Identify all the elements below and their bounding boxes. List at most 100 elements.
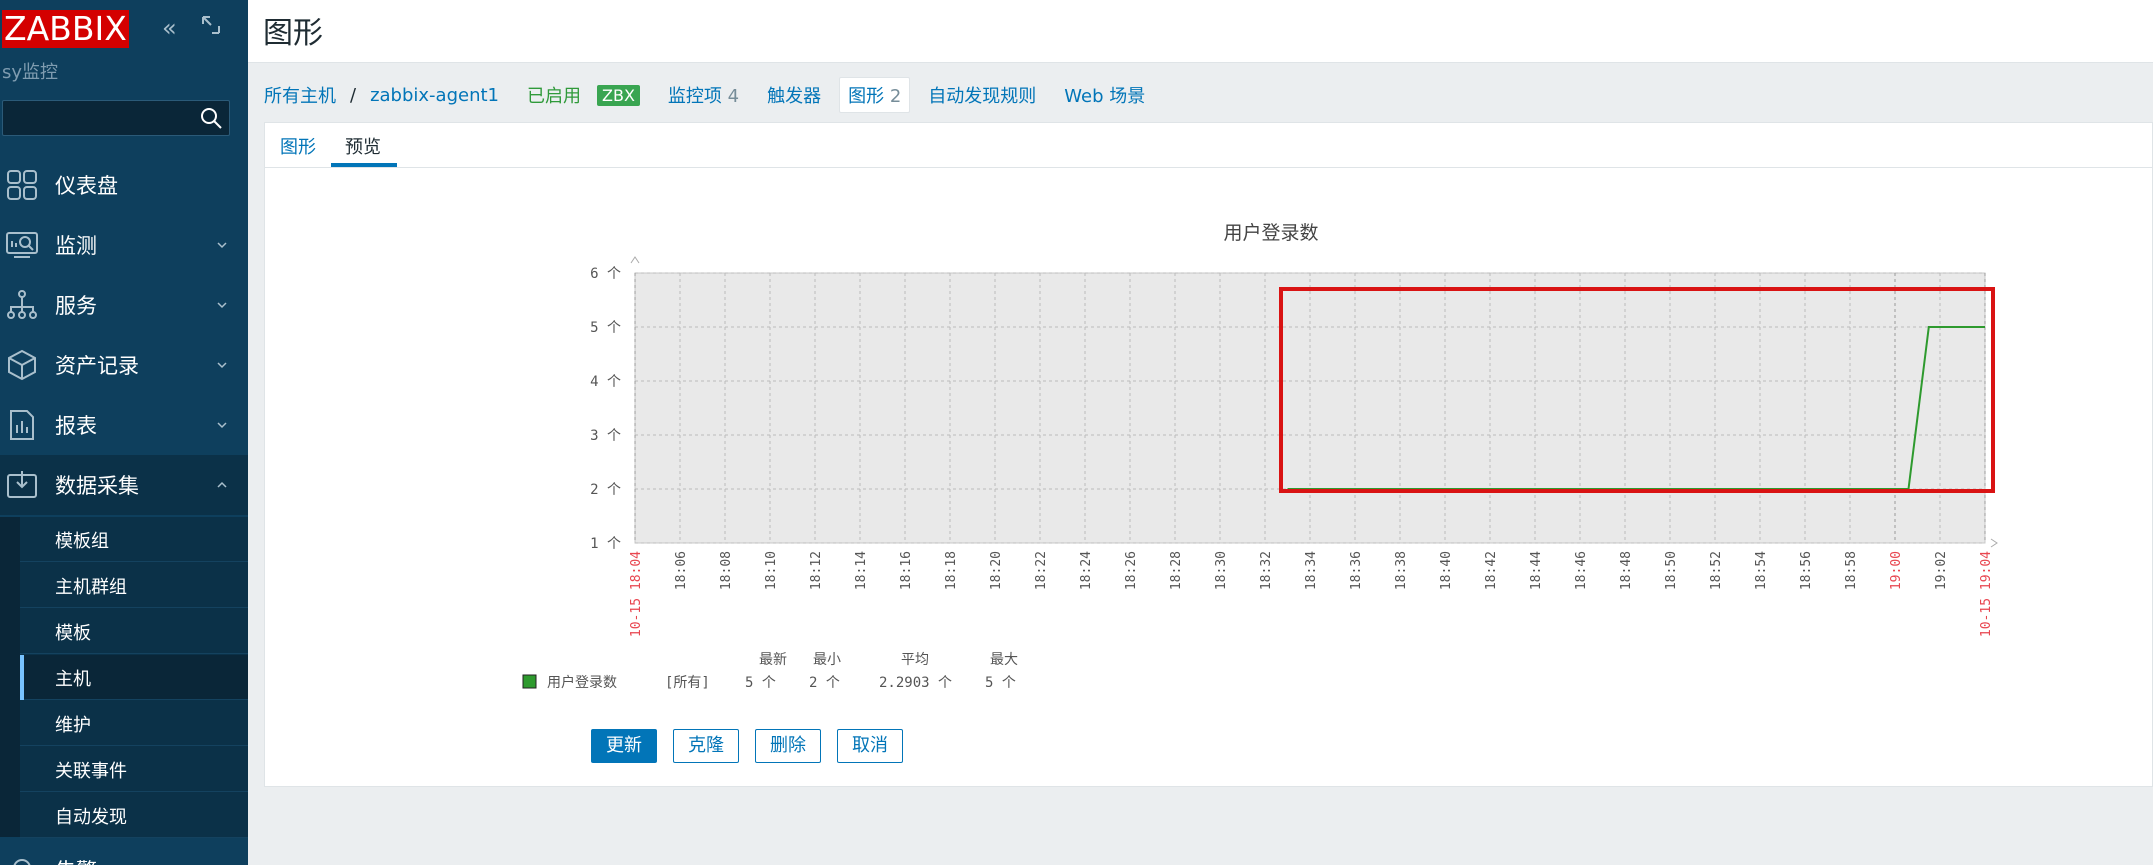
submenu-indent (0, 517, 20, 837)
y-tick-label: 3 个 (590, 428, 621, 444)
x-tick-label: 10-15 18:04 (629, 551, 644, 637)
host-web-scenarios-link[interactable]: Web 场景 (1064, 82, 1145, 108)
update-button[interactable]: 更新 (591, 729, 657, 763)
x-axis: 10-15 18:04 18:06 18:08 18:10 18:12 18:14 18:1… (629, 538, 1998, 637)
legend-max: 5 个 (985, 675, 1016, 691)
x-tick-label: 18:18 (944, 551, 959, 590)
x-tick-label: 18:48 (1619, 551, 1634, 590)
host-items-link[interactable]: 监控项 4 (668, 82, 739, 108)
cancel-button[interactable]: 取消 (837, 729, 903, 763)
search-input[interactable] (3, 101, 199, 135)
y-tick-label: 2 个 (590, 482, 621, 498)
menu-label: 仪表盘 (55, 174, 118, 198)
graphs-label: 图形 (848, 86, 885, 107)
tab-graph[interactable]: 图形 (280, 133, 316, 159)
page-header: 图形 (248, 0, 2153, 63)
x-tick-label: 18:44 (1529, 551, 1544, 590)
zbx-availability-badge: ZBX (597, 84, 640, 106)
submenu-hosts[interactable]: 主机 (20, 655, 248, 700)
menu-inventory[interactable]: 资产记录 (0, 335, 248, 395)
y-tick-label: 6 个 (590, 266, 621, 282)
x-tick-label: 18:28 (1169, 551, 1184, 590)
menu-label: 报表 (55, 414, 97, 438)
menu-label: 监测 (55, 234, 97, 258)
inventory-icon (8, 349, 36, 381)
menu-label: 数据采集 (55, 474, 139, 498)
menu-reports[interactable]: 报表 (0, 395, 248, 455)
server-name: sy监控 (2, 62, 59, 83)
reports-icon (10, 410, 34, 440)
sidebar-search[interactable] (2, 100, 230, 136)
sidebar: ZABBIX « sy监控 仪表盘 监测 服务 资产记录 报表 数据采集 模板组 (0, 0, 248, 865)
menu-label: 服务 (55, 294, 97, 318)
legend-series-name: 用户登录数 (547, 674, 617, 691)
data-collection-submenu: 模板组 主机群组 模板 主机 维护 关联事件 自动发现 (0, 517, 248, 838)
x-tick-label: 10-15 19:04 (1979, 551, 1994, 637)
submenu-discovery[interactable]: 自动发现 (20, 793, 248, 838)
menu-label: 告警 (55, 855, 97, 865)
menu-monitoring[interactable]: 监测 (0, 215, 248, 275)
chevron-down-icon (217, 242, 227, 249)
submenu-label: 自动发现 (55, 807, 127, 828)
legend-func: [所有] (665, 675, 710, 691)
host-status-enabled[interactable]: 已启用 (527, 82, 581, 108)
chevron-up-icon (217, 481, 227, 488)
submenu-host-groups[interactable]: 主机群组 (20, 563, 248, 608)
x-tick-label: 18:08 (719, 551, 734, 590)
breadcrumb-all-hosts[interactable]: 所有主机 (264, 82, 336, 108)
tab-preview[interactable]: 预览 (345, 133, 381, 159)
breadcrumb-host[interactable]: zabbix-agent1 (370, 85, 499, 106)
x-tick-label: 18:46 (1574, 551, 1589, 590)
page-title: 图形 (263, 16, 323, 51)
x-tick-label: 18:12 (809, 551, 824, 590)
chevron-down-icon (217, 422, 227, 429)
menu-alerts[interactable]: 告警 (0, 840, 248, 865)
chevron-down-icon (217, 362, 227, 369)
submenu-template-groups[interactable]: 模板组 (20, 517, 248, 562)
host-discovery-rules-link[interactable]: 自动发现规则 (928, 82, 1036, 108)
y-axis: 6 个 5 个 4 个 3 个 2 个 1 个 (590, 256, 640, 552)
graph-form-panel: 图形 预览 .ctext{font-family:"DejaVu Sans Mo… (264, 122, 2153, 787)
submenu-templates[interactable]: 模板 (20, 609, 248, 654)
menu-dashboard[interactable]: 仪表盘 (0, 155, 248, 215)
zabbix-logo[interactable]: ZABBIX (2, 10, 129, 48)
clone-button[interactable]: 克隆 (673, 729, 739, 763)
submenu-label: 主机群组 (55, 577, 127, 598)
host-graphs-link[interactable]: 图形 2 (839, 77, 911, 113)
x-tick-label: 18:16 (899, 551, 914, 590)
host-navigation: 所有主机 / zabbix-agent1 已启用 ZBX 监控项 4 触发器 图… (264, 72, 1173, 118)
submenu-label: 模板 (55, 623, 91, 644)
submenu-label: 主机 (55, 669, 91, 690)
graphs-count: 2 (889, 86, 902, 107)
x-tick-label: 18:34 (1304, 551, 1319, 590)
submenu-label: 维护 (55, 715, 91, 736)
services-icon (7, 290, 37, 319)
form-buttons: 更新 克隆 删除 取消 (591, 729, 903, 763)
host-triggers-link[interactable]: 触发器 (767, 82, 821, 108)
legend-min: 2 个 (809, 675, 840, 691)
search-icon[interactable] (199, 106, 223, 130)
monitoring-icon (6, 232, 38, 258)
legend-last: 5 个 (745, 675, 776, 691)
submenu-label: 模板组 (55, 531, 109, 552)
delete-button[interactable]: 删除 (755, 729, 821, 763)
breadcrumb-separator: / (350, 84, 357, 106)
x-tick-label: 18:40 (1439, 551, 1454, 590)
x-tick-label: 19:00 (1889, 551, 1904, 590)
legend-header-avg: 平均 (901, 652, 929, 668)
alerts-icon (13, 859, 31, 865)
menu-services[interactable]: 服务 (0, 275, 248, 335)
submenu-event-correlation[interactable]: 关联事件 (20, 747, 248, 792)
x-tick-label: 18:26 (1124, 551, 1139, 590)
x-tick-label: 18:36 (1349, 551, 1364, 590)
y-tick-label: 1 个 (590, 536, 621, 552)
x-tick-label: 18:52 (1709, 551, 1724, 590)
dashboard-icon (7, 170, 37, 200)
tab-bar: 图形 预览 (265, 123, 2153, 168)
legend-swatch (522, 674, 537, 689)
submenu-maintenance[interactable]: 维护 (20, 701, 248, 746)
menu-data-collection[interactable]: 数据采集 (0, 455, 248, 515)
x-tick-label: 18:54 (1754, 551, 1769, 590)
kiosk-mode-icon[interactable] (200, 14, 222, 43)
collapse-sidebar-icon[interactable]: « (162, 14, 177, 42)
